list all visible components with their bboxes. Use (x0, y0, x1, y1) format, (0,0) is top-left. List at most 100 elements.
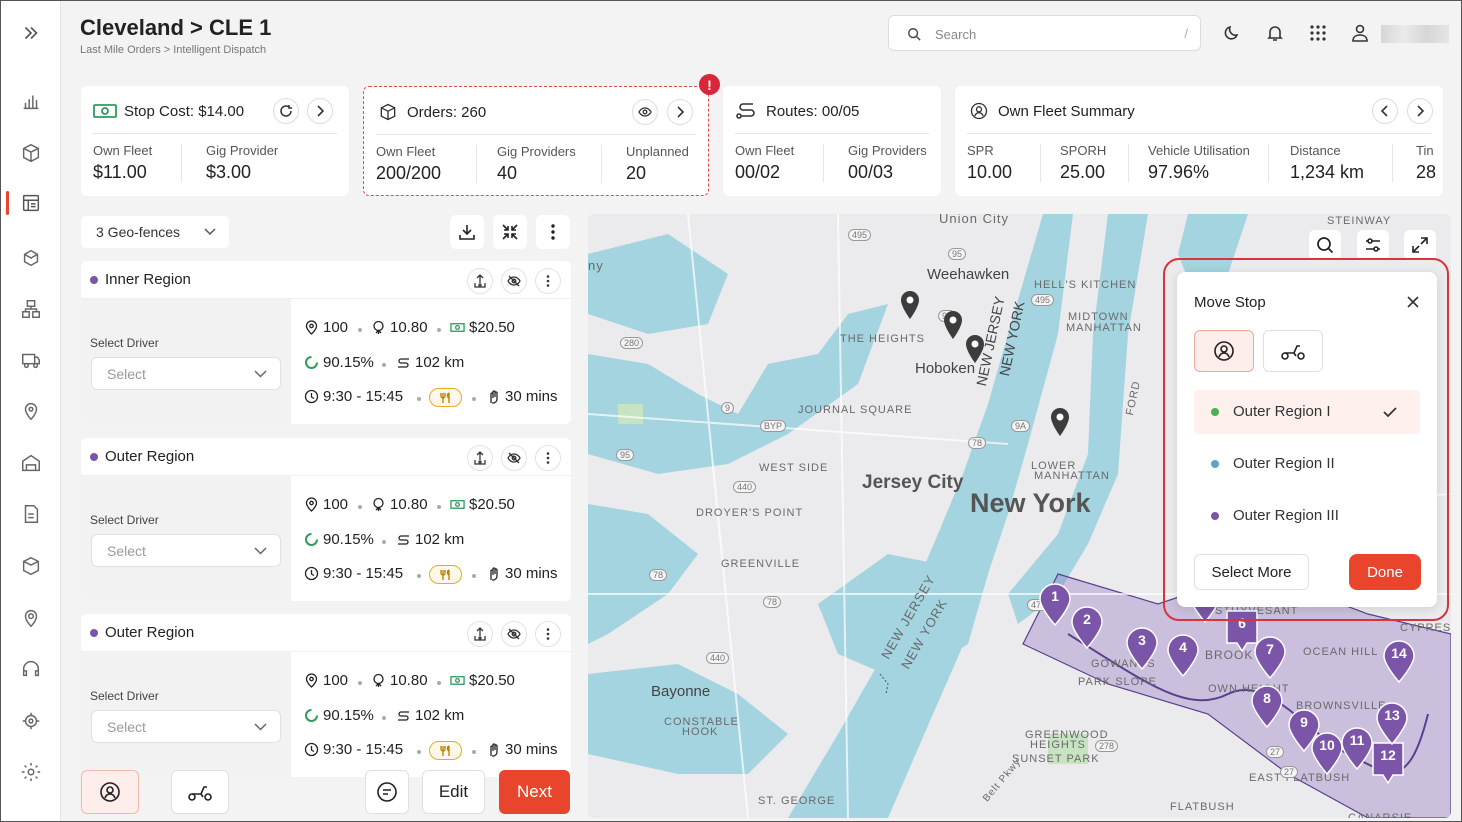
box-icon[interactable] (19, 141, 43, 165)
break-metric: 30 mins (486, 741, 558, 758)
location-marker-icon[interactable] (1050, 407, 1070, 437)
packages-icon[interactable] (19, 554, 43, 578)
settings-gear-icon[interactable] (19, 760, 43, 784)
divider (1128, 144, 1129, 182)
stop-marker[interactable]: 13 (1375, 701, 1409, 745)
refresh-button[interactable] (273, 98, 299, 124)
search-input[interactable]: Search / (888, 15, 1201, 51)
hide-button[interactable] (501, 621, 527, 647)
region-option[interactable]: Outer Region I (1194, 390, 1420, 434)
utilisation-metric: 90.15% (304, 354, 374, 371)
separator-dot (417, 750, 421, 754)
gig-provider-tab[interactable] (1263, 330, 1323, 372)
hierarchy-icon[interactable] (19, 297, 43, 321)
map-filter-button[interactable] (1357, 230, 1389, 260)
region-card[interactable]: Outer Region Select Driver Select 100 10.80 $… (81, 438, 571, 601)
map-fullscreen-button[interactable] (1404, 230, 1436, 260)
driver-select[interactable]: Select (91, 357, 281, 390)
collapse-button[interactable] (493, 215, 527, 249)
stop-cost-next-button[interactable] (307, 98, 333, 124)
driver-select[interactable]: Select (91, 710, 281, 743)
assign-button[interactable] (467, 621, 493, 647)
download-button[interactable] (450, 215, 484, 249)
moon-icon[interactable] (1222, 23, 1242, 43)
next-button[interactable]: Next (499, 770, 570, 814)
weight-metric: 10.80 (371, 496, 428, 513)
stop-marker[interactable]: 1 (1038, 582, 1072, 626)
region-menu-button[interactable] (535, 621, 561, 647)
weight-value: 10.80 (390, 496, 428, 513)
time-window-metric: 9:30 - 15:45 (304, 388, 403, 405)
time-window-metric: 9:30 - 15:45 (304, 565, 403, 582)
orders-next-button[interactable] (667, 99, 693, 125)
document-icon[interactable] (19, 502, 43, 526)
comments-button[interactable] (365, 770, 409, 814)
region-header: Outer Region (81, 614, 571, 652)
apps-grid-icon[interactable] (1308, 23, 1328, 43)
target-icon[interactable] (19, 709, 43, 733)
geofence-dropdown[interactable]: 3 Geo-fences (81, 216, 229, 248)
bell-icon[interactable] (1265, 23, 1285, 43)
dispatch-board-icon[interactable] (19, 191, 43, 215)
chart-icon[interactable] (19, 89, 43, 113)
assign-button[interactable] (467, 268, 493, 294)
region-card[interactable]: Outer Region Select Driver Select 100 10.80 $… (81, 614, 571, 777)
stop-marker[interactable]: 10 (1310, 731, 1344, 775)
location-pin-icon[interactable] (19, 399, 43, 423)
summary-next-button[interactable] (1407, 98, 1433, 124)
own-fleet-tab[interactable] (1194, 330, 1254, 372)
region-name: Outer Region (105, 448, 195, 465)
highway-shield: 9A (1011, 420, 1031, 432)
progress-ring-icon (304, 532, 319, 547)
stops-value: 100 (323, 319, 349, 336)
stop-marker[interactable]: 2 (1070, 605, 1104, 649)
more-options-button[interactable] (536, 215, 570, 249)
location-marker-icon[interactable] (965, 334, 985, 364)
map-pin-user-icon[interactable] (19, 606, 43, 630)
cash-icon (93, 104, 117, 118)
label: Vehicle Utilisation (1148, 143, 1250, 158)
weight-icon (371, 673, 386, 688)
location-marker-icon[interactable] (943, 310, 963, 340)
time-window-value: 9:30 - 15:45 (323, 741, 404, 758)
close-icon[interactable] (1405, 294, 1421, 310)
stop-marker[interactable]: 8 (1250, 684, 1284, 728)
region-option[interactable]: Outer Region II (1194, 442, 1420, 486)
user-icon[interactable] (1350, 23, 1370, 43)
driver-select[interactable]: Select (91, 534, 281, 567)
stop-marker[interactable]: 11 (1340, 726, 1374, 770)
stop-number: 13 (1384, 707, 1400, 723)
stop-marker[interactable]: 4 (1166, 633, 1200, 677)
hide-button[interactable] (501, 268, 527, 294)
truck-dashboard-icon[interactable] (19, 348, 43, 372)
assign-button[interactable] (467, 445, 493, 471)
meal-break-badge (429, 388, 462, 407)
summary-prev-button[interactable] (1372, 98, 1398, 124)
map-search-button[interactable] (1309, 230, 1341, 260)
stop-marker[interactable]: 3 (1125, 626, 1159, 670)
breadcrumb[interactable]: Last Mile Orders > Intelligent Dispatch (80, 44, 266, 56)
stop-marker[interactable]: 14 (1382, 639, 1416, 683)
location-marker-icon[interactable] (900, 290, 920, 320)
own-fleet-toggle[interactable] (81, 770, 139, 814)
gig-provider-toggle[interactable] (171, 770, 229, 814)
edit-button[interactable]: Edit (422, 770, 485, 814)
region-menu-button[interactable] (535, 445, 561, 471)
map-label: WEST SIDE (759, 462, 829, 474)
headset-icon[interactable] (19, 657, 43, 681)
region-card[interactable]: Inner Region Select Driver Select 100 10.80 $… (81, 261, 571, 424)
cost-value: $20.50 (469, 672, 515, 689)
view-orders-button[interactable] (632, 99, 658, 125)
stop-marker[interactable]: 7 (1253, 635, 1287, 679)
region-menu-button[interactable] (535, 268, 561, 294)
expand-sidebar-icon[interactable] (19, 21, 43, 45)
package-delivery-icon[interactable] (19, 246, 43, 270)
alert-badge[interactable]: ! (699, 74, 720, 95)
select-more-button[interactable]: Select More (1194, 554, 1309, 590)
region-option[interactable]: Outer Region III (1194, 494, 1420, 538)
done-button[interactable]: Done (1349, 554, 1421, 590)
stop-marker[interactable]: 12 (1371, 741, 1405, 785)
clock-icon (304, 389, 319, 404)
warehouse-icon[interactable] (19, 451, 43, 475)
hide-button[interactable] (501, 445, 527, 471)
